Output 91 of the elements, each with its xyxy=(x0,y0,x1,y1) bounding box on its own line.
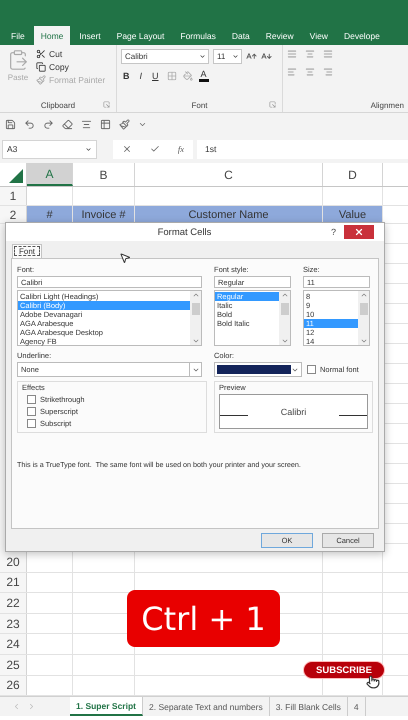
text-lines-icon[interactable] xyxy=(323,49,333,59)
ribbon-tab[interactable]: Page Layout xyxy=(110,26,172,45)
cancel-icon[interactable] xyxy=(122,144,132,154)
color-select[interactable] xyxy=(214,362,302,377)
ribbon-tab[interactable]: Home xyxy=(34,26,70,45)
enter-icon[interactable] xyxy=(150,144,160,154)
font-size-field[interactable]: 11 xyxy=(213,49,242,64)
table-cell: Customer Name xyxy=(135,206,323,223)
scroll-down-icon[interactable] xyxy=(192,337,200,345)
name-box[interactable]: A3 xyxy=(2,140,97,158)
eraser-icon[interactable] xyxy=(62,118,73,130)
font-name-field[interactable]: Calibri xyxy=(121,49,209,64)
launcher-icon[interactable] xyxy=(269,101,276,108)
row-number[interactable]: 22 xyxy=(0,593,27,613)
ribbon-tab[interactable]: Data xyxy=(224,26,257,45)
sheet-tab[interactable]: 4 xyxy=(348,697,366,716)
scroll-up-icon[interactable] xyxy=(192,291,200,299)
italic-button[interactable]: I xyxy=(138,71,144,81)
redo-icon[interactable] xyxy=(43,118,54,130)
row-number[interactable]: 24 xyxy=(0,634,27,654)
clipboard-button[interactable]: Copy xyxy=(36,62,106,72)
save-icon[interactable] xyxy=(5,118,16,130)
preview-text: Calibri xyxy=(280,406,308,416)
undo-icon[interactable] xyxy=(24,118,35,130)
text-lines-icon[interactable] xyxy=(305,49,315,59)
text-lines-icon[interactable] xyxy=(287,49,297,59)
copy-icon xyxy=(36,62,46,72)
launcher-icon[interactable] xyxy=(103,101,110,108)
subscribe-button[interactable]: SUBSCRIBE xyxy=(303,661,385,679)
help-button[interactable]: ? xyxy=(322,227,344,237)
scrollbar[interactable] xyxy=(358,291,369,345)
align-left-icon[interactable] xyxy=(287,67,297,77)
row-number[interactable]: 26 xyxy=(0,676,27,696)
group-label: Font xyxy=(191,100,208,110)
table-cell: Invoice # xyxy=(73,206,135,223)
clipboard-button[interactable]: Cut xyxy=(36,49,106,59)
ribbon-tab[interactable]: Insert xyxy=(72,26,108,45)
text-lines-icon[interactable] xyxy=(81,118,92,130)
caret-icon xyxy=(199,53,206,60)
group-label: Alignmen xyxy=(370,100,404,110)
caret-icon xyxy=(85,146,92,152)
paintbrush-icon xyxy=(36,75,46,85)
formula-field[interactable]: 1st xyxy=(197,140,408,158)
sheet-tab[interactable]: 3. Fill Blank Cells xyxy=(270,697,348,716)
row-number[interactable]: 20 xyxy=(0,552,27,572)
select-all-icon[interactable] xyxy=(9,169,23,183)
scrollbar[interactable] xyxy=(190,291,201,345)
close-icon xyxy=(354,227,364,237)
sheet-tab[interactable]: 1. Super Script xyxy=(70,697,143,716)
borders-icon[interactable] xyxy=(166,71,177,81)
underline-button[interactable]: U xyxy=(150,71,161,81)
group-label: Clipboard xyxy=(40,100,76,110)
grow-font-icon[interactable] xyxy=(246,51,257,62)
column-header[interactable]: A xyxy=(27,163,73,186)
scroll-thumb[interactable] xyxy=(280,303,288,315)
ribbon-tab[interactable]: File xyxy=(4,26,32,45)
shortcut-banner: Ctrl + 1 xyxy=(127,590,280,647)
dialog-title: Format Cells xyxy=(156,226,212,238)
row-number[interactable]: 23 xyxy=(0,614,27,634)
sheet-tab[interactable]: 2. Separate Text and numbers xyxy=(143,697,270,716)
table-cell: # xyxy=(27,206,73,223)
row-number[interactable]: 1 xyxy=(0,187,27,205)
ribbon-tab[interactable]: View xyxy=(302,26,335,45)
row-number[interactable]: 21 xyxy=(0,572,27,592)
ribbon-tab[interactable]: Develope xyxy=(336,26,387,45)
scroll-thumb[interactable] xyxy=(192,303,200,315)
align-right-icon[interactable] xyxy=(323,67,333,77)
scissors-icon xyxy=(36,49,46,59)
scroll-up-icon[interactable] xyxy=(360,291,368,299)
scroll-down-icon[interactable] xyxy=(280,337,288,345)
clipboard-icon xyxy=(7,49,29,71)
close-button[interactable] xyxy=(344,225,374,239)
font-color-button[interactable]: A xyxy=(198,70,209,82)
scrollbar[interactable] xyxy=(279,291,290,345)
insert-function-button[interactable]: fx xyxy=(178,144,184,154)
table-cell: Value xyxy=(323,206,383,223)
scroll-down-icon[interactable] xyxy=(360,337,368,345)
bold-button[interactable]: B xyxy=(121,71,132,81)
dialog-tab[interactable]: Font xyxy=(12,244,42,258)
shrink-font-icon[interactable] xyxy=(261,51,272,62)
ribbon-tab[interactable]: Review xyxy=(258,26,301,45)
row-number[interactable]: 25 xyxy=(0,654,27,675)
ribbon-tab[interactable]: Formulas xyxy=(173,26,223,45)
align-center-icon[interactable] xyxy=(305,67,315,77)
scroll-thumb[interactable] xyxy=(360,303,368,315)
scroll-up-icon[interactable] xyxy=(280,291,288,299)
paintbrush-icon[interactable] xyxy=(119,118,130,130)
fill-color-icon[interactable] xyxy=(182,71,193,81)
table-icon[interactable] xyxy=(100,118,111,130)
caret-icon xyxy=(232,53,239,60)
row-number[interactable]: 2 xyxy=(0,206,27,223)
